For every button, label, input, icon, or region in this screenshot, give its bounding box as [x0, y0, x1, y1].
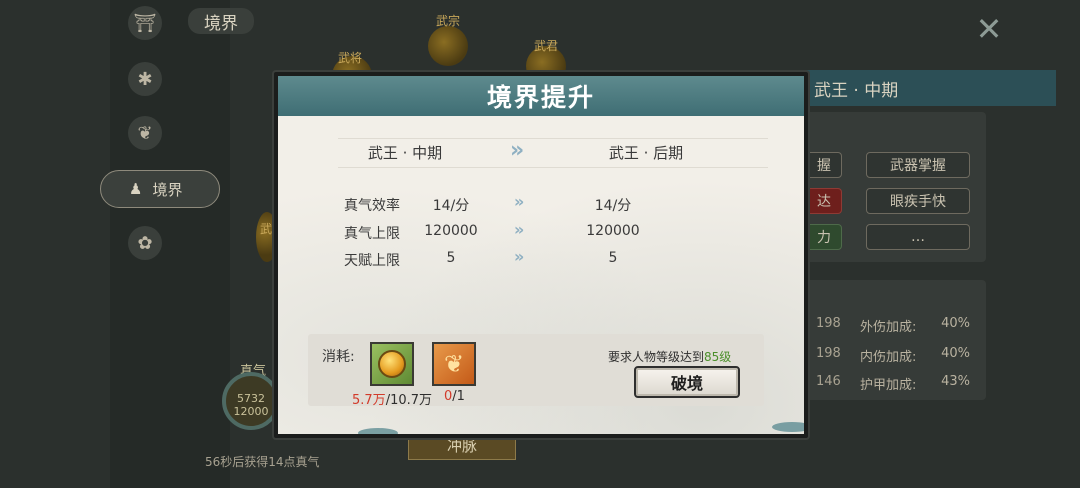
stat-from: 5 — [446, 250, 456, 266]
stat-label: 真气上限 — [344, 226, 400, 242]
stat-row: 内伤加成: 40% — [860, 346, 970, 365]
item-need: /1 — [452, 389, 465, 404]
stat-from: 14/分 — [432, 198, 470, 214]
page-title: 境界 — [188, 8, 254, 34]
item-count: 0/1 — [444, 389, 465, 404]
nav-item-label: 境界 — [152, 180, 183, 199]
arrow-icon: » — [514, 220, 525, 239]
creature-icon[interactable]: ✿ — [128, 226, 162, 260]
stat-number: 198 — [816, 346, 841, 361]
dialog-header: 境界提升 — [278, 76, 804, 116]
zhenqi-gauge: 5732 12000 — [222, 372, 280, 430]
temple-icon[interactable]: ⛩ — [128, 6, 162, 40]
realm-header: 武王 · 中期 — [806, 70, 1056, 106]
arrow-icon: » — [514, 247, 525, 266]
realm-orb[interactable] — [428, 26, 468, 66]
gauge-value: 5732 — [237, 392, 265, 405]
gourd-icon: ♟ — [129, 180, 143, 198]
stat-label: 真气效率 — [344, 198, 400, 214]
gauge-sub: 12000 — [233, 405, 269, 418]
stat-label: 内伤加成: — [860, 350, 917, 365]
level-requirement: 要求人物等级达到85级 — [608, 348, 731, 365]
break-realm-button[interactable]: 破境 — [634, 366, 740, 398]
arrow-icon: » — [510, 138, 524, 163]
realm-upgrade-dialog: 境界提升 武王 · 中期 » 武王 · 后期 真气效率 14/分 » 14/分 … — [274, 72, 808, 438]
item-slot-gold-orb[interactable] — [370, 342, 414, 386]
skill-tag[interactable]: 握 — [806, 152, 842, 178]
stat-label: 外伤加成: — [860, 320, 917, 335]
beast-icon[interactable]: ✱ — [128, 62, 162, 96]
item-have: 5.7万 — [352, 393, 386, 408]
stat-number: 146 — [816, 374, 841, 389]
current-stage: 武王 · 中期 — [367, 144, 443, 162]
nav-item-realm[interactable]: ♟ 境界 — [100, 170, 220, 208]
decor-swirl — [772, 422, 804, 432]
skill-tag[interactable]: 力 — [806, 224, 842, 250]
decor-swirl — [358, 428, 398, 434]
skill-tag[interactable]: 武器掌握 — [866, 152, 970, 178]
orb-label: 武君 — [534, 39, 559, 53]
golden-branch-icon: ❦ — [443, 350, 465, 378]
stat-to: 120000 — [586, 223, 640, 239]
orb-label: 武宗 — [436, 14, 461, 28]
item-slot-golden-branch[interactable]: ❦ — [432, 342, 476, 386]
stat-to: 5 — [608, 250, 618, 266]
stat-value: 40% — [941, 346, 970, 361]
item-need: /10.7万 — [385, 393, 433, 408]
requirement-level: 85级 — [704, 350, 732, 364]
stat-value: 40% — [941, 316, 970, 331]
stat-label: 天赋上限 — [344, 253, 400, 269]
stat-from: 120000 — [424, 223, 478, 239]
orb-label: 武将 — [338, 51, 363, 65]
dialog-title: 境界提升 — [486, 83, 595, 112]
skill-tag[interactable]: … — [866, 224, 970, 250]
arrow-icon: » — [514, 192, 525, 211]
item-count: 5.7万/10.7万 — [352, 389, 432, 408]
close-icon[interactable]: ✕ — [972, 12, 1006, 46]
stat-row: 护甲加成: 43% — [860, 374, 970, 393]
stat-label: 护甲加成: — [860, 378, 917, 393]
gold-orb-icon — [378, 350, 406, 378]
orb-label: 武 — [260, 222, 273, 236]
stat-value: 43% — [941, 374, 970, 389]
footer-text: 56秒后获得14点真气 — [205, 455, 320, 469]
stat-to: 14/分 — [594, 198, 632, 214]
stat-row: 外伤加成: 40% — [860, 316, 970, 335]
flame-icon[interactable]: ❦ — [128, 116, 162, 150]
requirement-prefix: 要求人物等级达到 — [608, 350, 705, 364]
stat-number: 198 — [816, 316, 841, 331]
skill-tag[interactable]: 达 — [806, 188, 842, 214]
skill-tag[interactable]: 眼疾手快 — [866, 188, 970, 214]
cost-label: 消耗: — [322, 349, 355, 365]
next-stage: 武王 · 后期 — [608, 144, 684, 162]
